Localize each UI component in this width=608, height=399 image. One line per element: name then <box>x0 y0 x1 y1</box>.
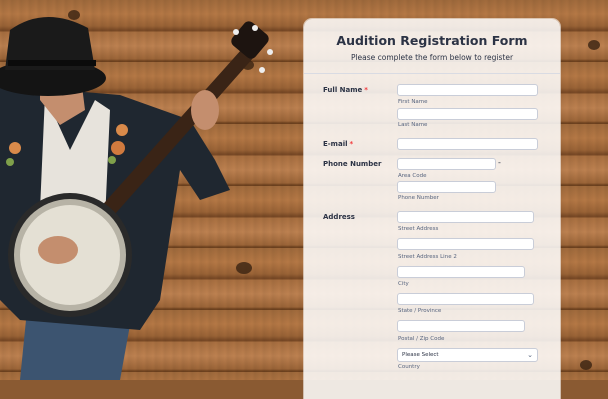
form-title: Audition Registration Form <box>336 33 528 48</box>
country-select[interactable]: Please Select ⌄ <box>397 348 538 362</box>
banjo-player-image <box>0 16 273 380</box>
country-selected-value: Please Select <box>402 352 439 358</box>
state-province-input[interactable] <box>397 293 534 305</box>
postal-code-input[interactable] <box>397 320 525 332</box>
area-code-input[interactable] <box>397 158 496 170</box>
wood-knot <box>580 360 592 370</box>
street-address-sublabel: Street Address <box>398 226 439 232</box>
city-sublabel: City <box>398 281 409 287</box>
required-marker: * <box>349 140 354 148</box>
street-address-line2-input[interactable] <box>397 238 534 250</box>
state-province-sublabel: State / Province <box>398 308 442 314</box>
phone-number-input[interactable] <box>397 181 496 193</box>
form-subtitle: Please complete the form below to regist… <box>350 53 514 62</box>
area-code-sublabel: Area Code <box>398 173 427 179</box>
street-address-line2-sublabel: Street Address Line 2 <box>398 254 457 260</box>
wood-knot <box>588 40 600 50</box>
last-name-input[interactable] <box>397 108 538 120</box>
phone-dash: - <box>498 158 501 167</box>
first-name-input[interactable] <box>397 84 538 96</box>
header-divider <box>304 73 560 74</box>
required-marker: * <box>364 86 368 94</box>
phone-number-sublabel: Phone Number <box>398 195 439 201</box>
registration-form-card: Audition Registration Form Please comple… <box>304 19 560 399</box>
chevron-down-icon: ⌄ <box>527 351 533 359</box>
street-address-input[interactable] <box>397 211 534 223</box>
email-input[interactable] <box>397 138 538 150</box>
last-name-sublabel: Last Name <box>398 122 428 128</box>
country-sublabel: Country <box>398 364 420 370</box>
phone-number-label: Phone Number <box>323 160 382 168</box>
email-label: E-mail * <box>323 140 354 148</box>
city-input[interactable] <box>397 266 525 278</box>
address-label: Address <box>323 213 355 221</box>
full-name-label: Full Name * <box>323 86 368 94</box>
first-name-sublabel: First Name <box>398 99 428 105</box>
postal-code-sublabel: Postal / Zip Code <box>398 336 445 342</box>
